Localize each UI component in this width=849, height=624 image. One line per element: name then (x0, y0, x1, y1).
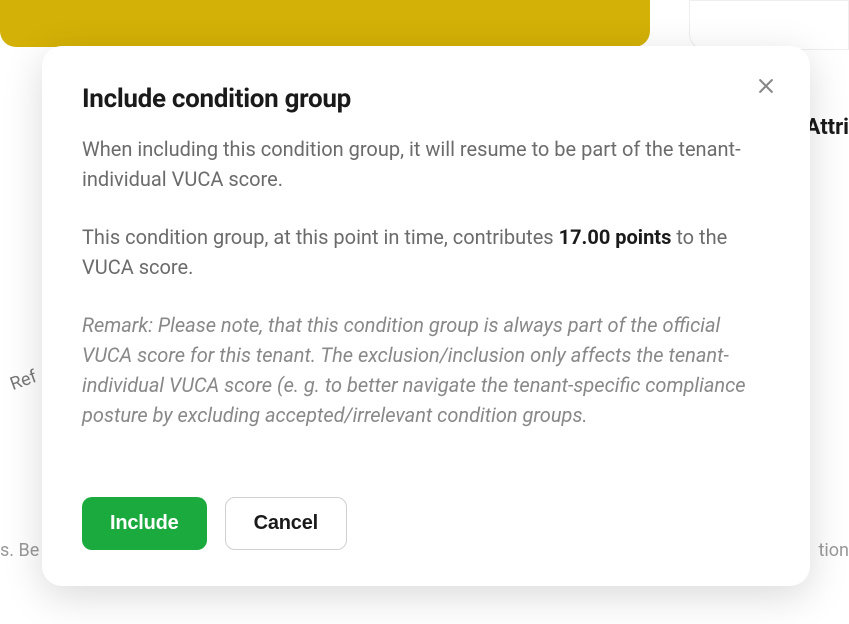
modal-footer: Include Cancel (82, 497, 347, 550)
include-condition-group-modal: Include condition group When including t… (42, 46, 810, 586)
cancel-button[interactable]: Cancel (225, 497, 347, 550)
include-button[interactable]: Include (82, 497, 207, 550)
para2-prefix: This condition group, at this point in t… (82, 225, 559, 249)
background-panel (689, 0, 849, 50)
modal-body: When including this condition group, it … (82, 134, 770, 430)
background-text: s. Be (0, 540, 39, 561)
modal-paragraph-2: This condition group, at this point in t… (82, 222, 770, 282)
modal-paragraph-1: When including this condition group, it … (82, 134, 770, 194)
background-text: Attri (806, 115, 849, 140)
background-text: tion (819, 540, 849, 561)
points-value: 17.00 points (559, 225, 672, 249)
close-button[interactable] (752, 74, 780, 102)
modal-title: Include condition group (82, 84, 770, 114)
modal-remark: Remark: Please note, that this condition… (82, 310, 770, 430)
background-banner (0, 0, 650, 47)
background-text: Ref (7, 366, 39, 395)
close-icon (756, 76, 776, 100)
